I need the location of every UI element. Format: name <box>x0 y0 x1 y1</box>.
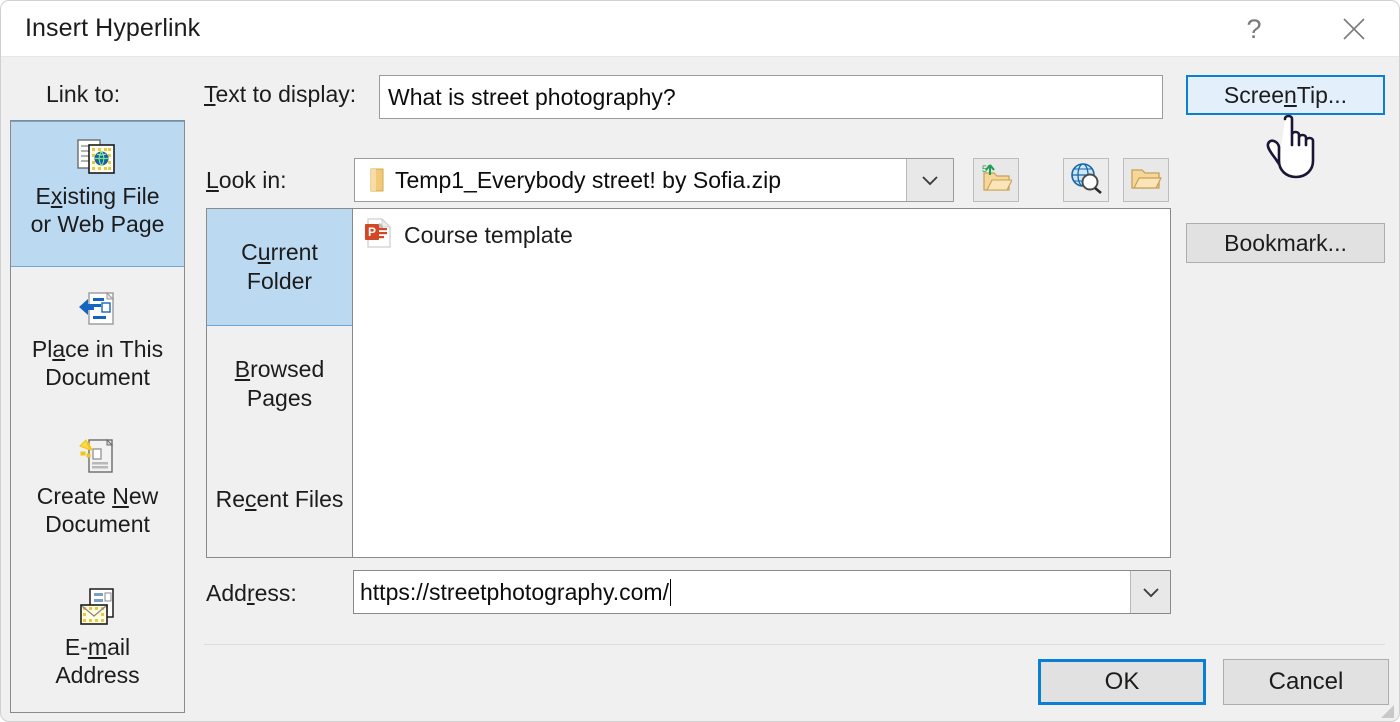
look-in-label: Look in: <box>206 167 287 194</box>
sidebar-label-line2-3: Address <box>55 662 139 688</box>
sidebar-item-place-in-this-document[interactable]: Place in This Document <box>11 267 184 414</box>
list-item[interactable]: P Course template <box>364 218 573 253</box>
place-item-recent-files[interactable]: Recent Files <box>207 442 352 557</box>
sidebar-label-line2-0: or Web Page <box>31 211 165 237</box>
link-to-list: Existing File or Web Page <box>10 120 185 713</box>
svg-text:5: 5 <box>982 164 987 174</box>
powerpoint-file-icon: P <box>364 218 392 253</box>
create-new-document-icon <box>11 434 184 480</box>
place-in-document-icon <box>11 287 184 333</box>
place-item-current-folder[interactable]: CurrentFolder <box>207 209 352 326</box>
screentip-button-label: ScreenTip... <box>1224 82 1347 109</box>
title-bar: Insert Hyperlink ? <box>1 1 1400 57</box>
file-name: Course template <box>404 222 573 249</box>
browse-panel: CurrentFolder BrowsedPages Recent Files <box>206 208 1171 558</box>
text-caret <box>670 579 671 606</box>
up-one-folder-button[interactable]: 5 <box>973 158 1019 202</box>
place-item-label: CurrentFolder <box>241 238 318 296</box>
file-list[interactable]: P Course template <box>354 209 1170 557</box>
place-item-browsed-pages[interactable]: BrowsedPages <box>207 326 352 442</box>
open-folder-icon <box>1130 165 1162 196</box>
link-to-label: Link to: <box>46 81 120 108</box>
address-value: https://streetphotography.com/ <box>360 579 669 606</box>
sidebar-label-rest-0: isting File <box>62 183 159 209</box>
resize-grip[interactable] <box>1377 701 1395 719</box>
folder-up-arrow-icon: 5 <box>980 163 1012 198</box>
look-in-combobox[interactable]: Temp1_Everybody street! by Sofia.zip <box>354 158 954 202</box>
screentip-button[interactable]: ScreenTip... <box>1186 75 1385 115</box>
globe-search-icon <box>1069 162 1103 199</box>
sidebar-item-create-new-document[interactable]: Create New Document <box>11 414 184 561</box>
sidebar-item-existing-file-or-web-page[interactable]: Existing File or Web Page <box>11 121 184 267</box>
place-item-label: BrowsedPages <box>235 355 325 413</box>
place-item-label: Recent Files <box>216 485 344 514</box>
address-label: Address: <box>206 580 297 607</box>
sidebar-item-label: Create New Document <box>11 482 184 538</box>
existing-file-web-page-icon <box>11 134 184 180</box>
text-to-display-label: Text to display: <box>204 81 356 108</box>
ok-button[interactable]: OK <box>1038 659 1206 705</box>
sidebar-label-line2-1: Document <box>45 364 150 390</box>
browse-for-file-button[interactable] <box>1123 158 1169 202</box>
look-in-value: Temp1_Everybody street! by Sofia.zip <box>395 167 781 194</box>
dialog-title: Insert Hyperlink <box>25 14 200 43</box>
sidebar-item-label: Place in This Document <box>11 335 184 391</box>
sidebar-label-line2-2: Document <box>45 511 150 537</box>
browse-the-web-button[interactable] <box>1063 158 1109 202</box>
sidebar-item-email-address[interactable]: E-mail Address <box>11 561 184 713</box>
footer-separator <box>204 644 1385 645</box>
places-bar: CurrentFolder BrowsedPages Recent Files <box>207 209 353 557</box>
svg-text:P: P <box>368 225 376 239</box>
address-combobox[interactable]: https://streetphotography.com/ <box>353 570 1171 614</box>
text-to-display-input[interactable]: What is street photography? <box>379 75 1163 119</box>
chevron-down-icon[interactable] <box>906 159 953 201</box>
insert-hyperlink-dialog: Insert Hyperlink ? Link to: <box>0 0 1400 722</box>
folder-icon <box>369 167 385 193</box>
chevron-down-icon[interactable] <box>1130 571 1170 613</box>
bookmark-button[interactable]: Bookmark... <box>1186 223 1385 263</box>
email-address-icon <box>11 585 184 631</box>
close-icon[interactable] <box>1331 9 1377 49</box>
cancel-button[interactable]: Cancel <box>1223 659 1389 705</box>
sidebar-item-label: Existing File or Web Page <box>11 182 184 238</box>
hand-pointer-cursor <box>1263 111 1333 183</box>
sidebar-item-label: E-mail Address <box>11 633 184 689</box>
help-icon[interactable]: ? <box>1231 9 1277 49</box>
